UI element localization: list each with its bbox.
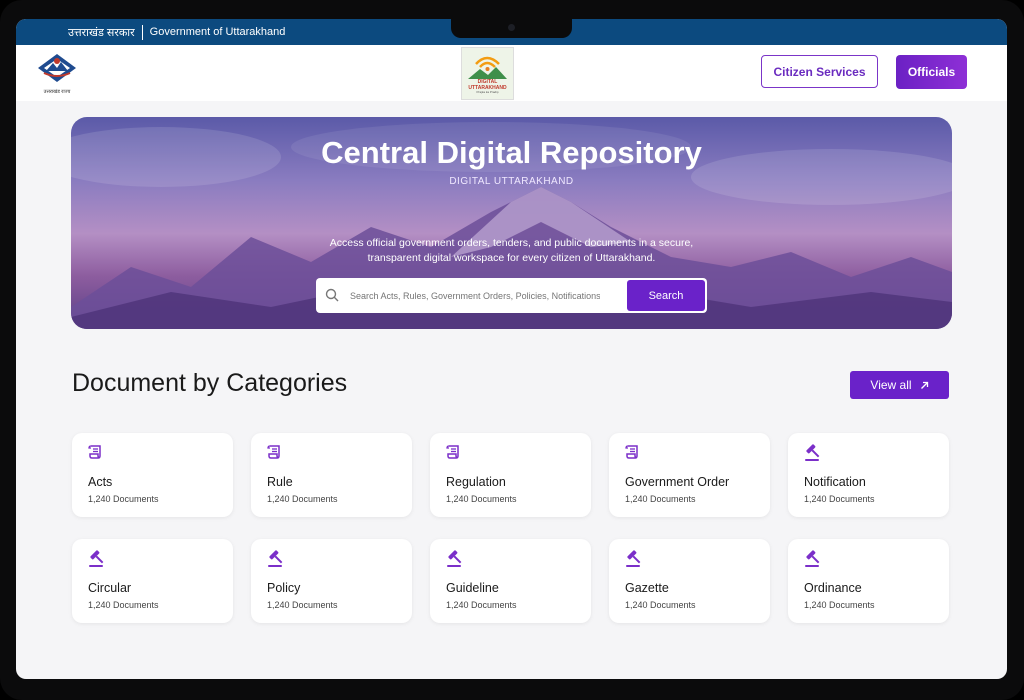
hindi-govt-label: उत्तराखंड सरकार bbox=[68, 26, 135, 39]
category-count: 1,240 Documents bbox=[88, 494, 159, 504]
category-count: 1,240 Documents bbox=[88, 600, 159, 610]
scroll-icon bbox=[445, 443, 463, 466]
screen: उत्तराखंड सरकार Government of Uttarakhan… bbox=[16, 19, 1007, 679]
category-card-acts[interactable]: Acts 1,240 Documents bbox=[72, 433, 233, 517]
category-card-notification[interactable]: Notification 1,240 Documents bbox=[788, 433, 949, 517]
category-name: Policy bbox=[267, 581, 301, 595]
gavel-icon bbox=[266, 549, 286, 574]
category-name: Regulation bbox=[446, 475, 506, 489]
hero-title: Central Digital Repository bbox=[321, 135, 702, 170]
search-bar: Search bbox=[316, 278, 707, 313]
category-card-guideline[interactable]: Guideline 1,240 Documents bbox=[430, 539, 591, 623]
arrow-up-right-icon bbox=[920, 381, 928, 389]
gavel-icon bbox=[624, 549, 644, 574]
category-count: 1,240 Documents bbox=[625, 494, 696, 504]
category-count: 1,240 Documents bbox=[446, 494, 517, 504]
category-name: Gazette bbox=[625, 581, 669, 595]
category-name: Ordinance bbox=[804, 581, 862, 595]
category-count: 1,240 Documents bbox=[267, 600, 338, 610]
category-name: Acts bbox=[88, 475, 113, 489]
category-name: Notification bbox=[804, 475, 866, 489]
site-header: उत्तराखंड राज्य DIGITAL UTTARAKHAND Praj… bbox=[16, 45, 1007, 101]
device-frame: उत्तराखंड सरकार Government of Uttarakhan… bbox=[0, 0, 1024, 700]
category-count: 1,240 Documents bbox=[625, 600, 696, 610]
category-card-ordinance[interactable]: Ordinance 1,240 Documents bbox=[788, 539, 949, 623]
category-count: 1,240 Documents bbox=[804, 494, 875, 504]
topbar-divider bbox=[141, 24, 143, 40]
gavel-icon bbox=[445, 549, 465, 574]
view-all-label: View all bbox=[870, 378, 912, 392]
center-logo-tagline: Prajka ka Pradip bbox=[476, 90, 499, 94]
category-count: 1,240 Documents bbox=[267, 494, 338, 504]
category-card-policy[interactable]: Policy 1,240 Documents bbox=[251, 539, 412, 623]
gavel-icon bbox=[803, 549, 823, 574]
category-count: 1,240 Documents bbox=[446, 600, 517, 610]
hero-description: Access official government orders, tende… bbox=[329, 237, 694, 264]
logo-caption: उत्तराखंड राज्य bbox=[43, 89, 71, 95]
gavel-icon bbox=[803, 443, 823, 468]
search-input[interactable] bbox=[348, 286, 602, 306]
hero-subtitle: DIGITAL UTTARAKHAND bbox=[449, 176, 574, 187]
categories-title: Document by Categories bbox=[72, 369, 348, 397]
category-count: 1,240 Documents bbox=[804, 600, 875, 610]
category-card-circular[interactable]: Circular 1,240 Documents bbox=[72, 539, 233, 623]
gavel-icon bbox=[87, 549, 107, 574]
view-all-button[interactable]: View all bbox=[850, 371, 949, 399]
category-card-regulation[interactable]: Regulation 1,240 Documents bbox=[430, 433, 591, 517]
digital-uttarakhand-logo[interactable]: DIGITAL UTTARAKHAND Prajka ka Pradip bbox=[461, 47, 514, 100]
category-card-rule[interactable]: Rule 1,240 Documents bbox=[251, 433, 412, 517]
category-card-gazette[interactable]: Gazette 1,240 Documents bbox=[609, 539, 770, 623]
scroll-icon bbox=[266, 443, 284, 466]
category-name: Guideline bbox=[446, 581, 499, 595]
search-button[interactable]: Search bbox=[627, 280, 705, 311]
category-card-government-order[interactable]: Government Order 1,240 Documents bbox=[609, 433, 770, 517]
hero-banner: Central Digital Repository DIGITAL UTTAR… bbox=[71, 117, 952, 329]
category-grid: Acts 1,240 Documents Rule 1,240 Documents Re… bbox=[72, 433, 950, 633]
camera-notch bbox=[451, 19, 572, 38]
uttarakhand-emblem-logo[interactable]: उत्तराखंड राज्य bbox=[36, 52, 78, 95]
category-name: Rule bbox=[267, 475, 293, 489]
search-icon bbox=[325, 288, 339, 302]
category-name: Government Order bbox=[625, 475, 730, 489]
category-name: Circular bbox=[88, 581, 132, 595]
scroll-icon bbox=[87, 443, 105, 466]
officials-button[interactable]: Officials bbox=[896, 55, 967, 89]
scroll-icon bbox=[624, 443, 642, 466]
govt-label: Government of Uttarakhand bbox=[149, 26, 286, 38]
citizen-services-button[interactable]: Citizen Services bbox=[761, 55, 878, 88]
